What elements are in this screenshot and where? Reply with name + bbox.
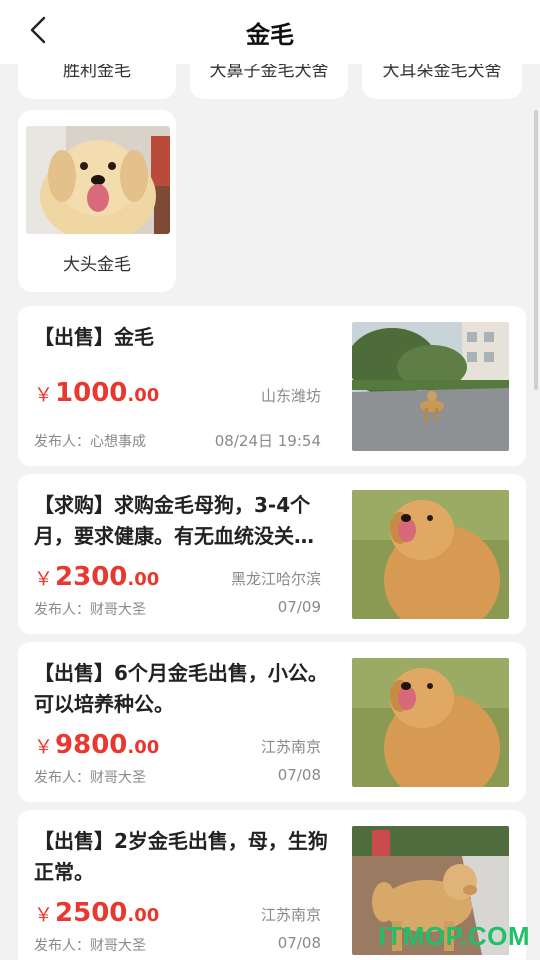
- listing-price: ￥2500.00: [34, 898, 159, 928]
- listing-photo: [352, 322, 509, 451]
- listing-price: ￥1000.00: [34, 378, 159, 408]
- listing-date: 08/24日 19:54: [214, 432, 321, 450]
- listing-card[interactable]: 【出售】金毛 ￥1000.00 山东潍坊 发布人：心想事成 08/24日 19:…: [18, 306, 526, 466]
- chevron-left-icon: [28, 15, 48, 49]
- listing-location: 山东潍坊: [260, 387, 321, 405]
- listing-card[interactable]: 【求购】求购金毛母狗，3-4个月，要求健康。有无血统没关… ￥2300.00 黑…: [18, 474, 526, 634]
- listing-photo: [352, 490, 509, 619]
- listing-date: 07/08: [277, 934, 321, 952]
- category-photo-big-head: [26, 126, 170, 234]
- listing-title: 【求购】求购金毛母狗，3-4个月，要求健康。有无血统没关…: [34, 493, 314, 548]
- listing-publisher: 发布人：财哥大圣: [34, 938, 146, 954]
- scrollbar[interactable]: [534, 110, 538, 390]
- listing-location: 江苏南京: [260, 738, 321, 756]
- price-decimal: .00: [127, 385, 160, 406]
- price-decimal: .00: [127, 569, 160, 590]
- price-currency: ￥: [34, 568, 54, 590]
- category-label: 大头金毛: [63, 255, 131, 275]
- page-content: 胜利金毛 大鼻子金毛犬舍 大耳朵金毛犬舍 大头金毛 【出售】金毛 ￥1000.0…: [0, 0, 540, 960]
- listing-title: 【出售】6个月金毛出售，小公。可以培养种公。: [34, 661, 328, 716]
- listing-publisher: 发布人：财哥大圣: [34, 602, 146, 618]
- listing-publisher: 发布人：财哥大圣: [34, 770, 146, 786]
- page-title: 金毛: [246, 20, 294, 49]
- listing-title: 【出售】2岁金毛出售，母，生狗正常。: [34, 829, 328, 884]
- app-header: 金毛: [0, 0, 540, 64]
- listing-publisher: 发布人：心想事成: [34, 434, 146, 450]
- listing-location: 江苏南京: [260, 906, 321, 924]
- price-decimal: .00: [127, 905, 160, 926]
- price-currency: ￥: [34, 904, 54, 926]
- listing-title: 【出售】金毛: [34, 325, 154, 349]
- price-integer: 2300: [55, 562, 128, 592]
- price-currency: ￥: [34, 736, 54, 758]
- price-integer: 9800: [55, 730, 128, 760]
- price-decimal: .00: [127, 737, 160, 758]
- category-card-big-head[interactable]: 大头金毛: [18, 110, 176, 292]
- listing-location: 黑龙江哈尔滨: [230, 570, 321, 588]
- price-currency: ￥: [34, 384, 54, 406]
- listing-photo: [352, 658, 509, 787]
- listing-card[interactable]: 【出售】6个月金毛出售，小公。可以培养种公。 ￥9800.00 江苏南京 发布人…: [18, 642, 526, 802]
- listing-date: 07/08: [277, 766, 321, 784]
- price-integer: 1000: [55, 378, 128, 408]
- price-integer: 2500: [55, 898, 128, 928]
- listing-price: ￥9800.00: [34, 730, 159, 760]
- back-button[interactable]: [20, 14, 56, 50]
- listing-price: ￥2300.00: [34, 562, 159, 592]
- listing-date: 07/09: [277, 598, 321, 616]
- watermark: ITMOP.COM: [378, 921, 530, 951]
